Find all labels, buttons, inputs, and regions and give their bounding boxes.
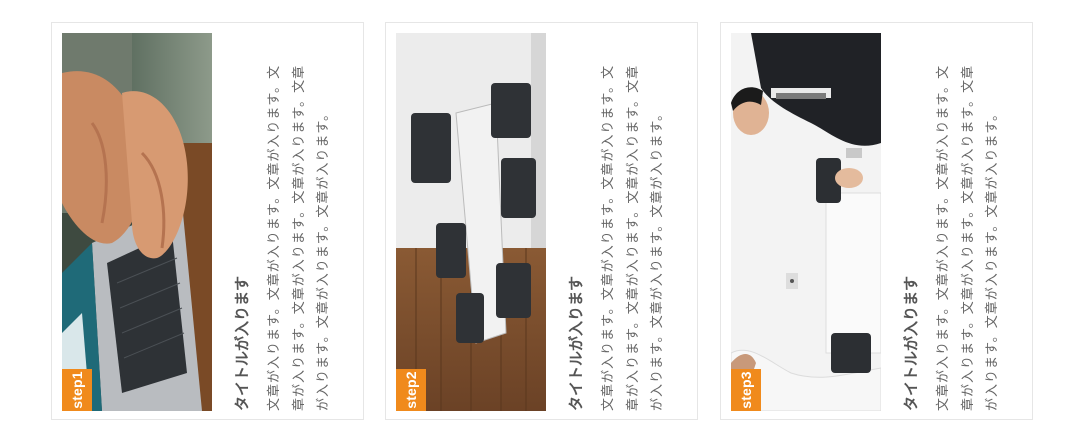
step-text: タイトルが入ります 文章が入ります。文章が入ります。文章が入ります。文章が入りま…	[217, 23, 365, 421]
meeting-room-photo: step2	[396, 33, 546, 411]
step-badge: step2	[396, 369, 426, 411]
step-badge: step1	[62, 369, 92, 411]
step-text: タイトルが入ります 文章が入ります。文章が入ります。文章が入ります。文章が入りま…	[886, 23, 1034, 421]
step-card-3: step3 タイトルが入ります 文章が入ります。文章が入ります。文章が入ります。…	[720, 22, 1033, 420]
laptop-typing-photo: step1	[62, 33, 212, 411]
step-badge-label: step1	[69, 371, 85, 409]
step-badge: step3	[731, 369, 761, 411]
step-title: タイトルが入ります	[567, 275, 585, 411]
step-card-2: step2 タイトルが入ります 文章が入ります。文章が入ります。文章が入ります。…	[385, 22, 698, 420]
step-title: タイトルが入ります	[233, 275, 251, 411]
interview-photo: step3	[731, 33, 881, 411]
step-description: 文章が入ります。文章が入ります。文章が入ります。文章が入ります。文章が入ります。…	[267, 64, 331, 411]
step-text: タイトルが入ります 文章が入ります。文章が入ります。文章が入ります。文章が入りま…	[551, 23, 699, 421]
step-description: 文章が入ります。文章が入ります。文章が入ります。文章が入ります。文章が入ります。…	[936, 64, 1000, 411]
step-card-1: step1 タイトルが入ります 文章が入ります。文章が入ります。文章が入ります。…	[51, 22, 364, 420]
step-badge-label: step2	[403, 371, 419, 409]
step-description: 文章が入ります。文章が入ります。文章が入ります。文章が入ります。文章が入ります。…	[601, 64, 665, 411]
step-title: タイトルが入ります	[902, 275, 920, 411]
step-badge-label: step3	[738, 371, 754, 409]
